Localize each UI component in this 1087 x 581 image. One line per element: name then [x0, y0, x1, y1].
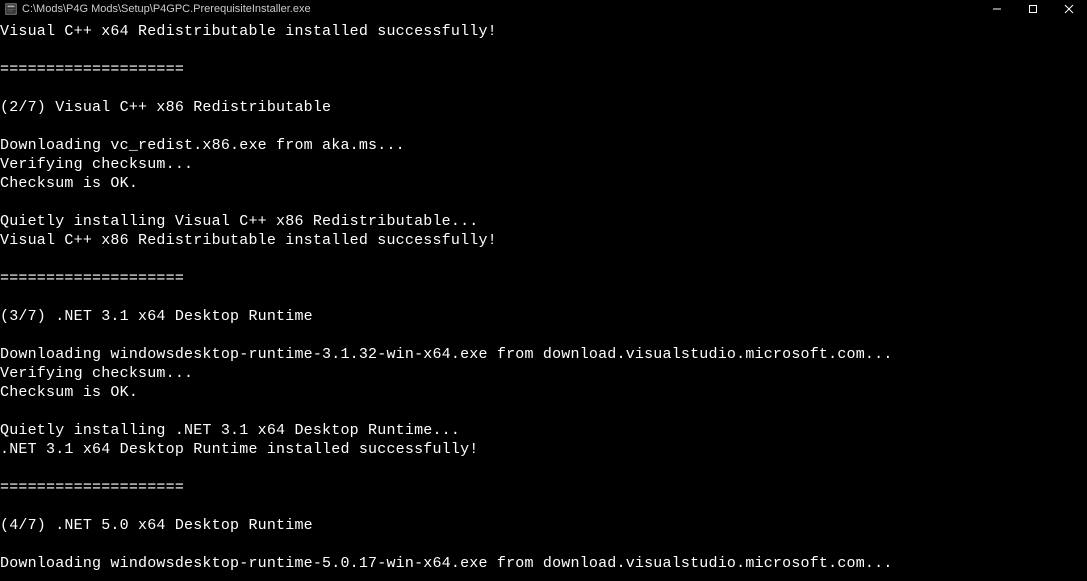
- console-line: Quietly installing .NET 3.1 x64 Desktop …: [0, 421, 1087, 440]
- console-line: [0, 288, 1087, 307]
- maximize-button[interactable]: [1015, 0, 1051, 18]
- app-icon: [4, 2, 18, 16]
- console-line: Downloading windowsdesktop-runtime-3.1.3…: [0, 345, 1087, 364]
- console-line: [0, 117, 1087, 136]
- window-controls: [979, 0, 1087, 18]
- minimize-button[interactable]: [979, 0, 1015, 18]
- console-line: (2/7) Visual C++ x86 Redistributable: [0, 98, 1087, 117]
- console-line: .NET 3.1 x64 Desktop Runtime installed s…: [0, 440, 1087, 459]
- console-output: Visual C++ x64 Redistributable installed…: [0, 18, 1087, 581]
- console-line: Checksum is OK.: [0, 174, 1087, 193]
- console-line: ====================: [0, 60, 1087, 79]
- console-line: Visual C++ x86 Redistributable installed…: [0, 231, 1087, 250]
- console-line: [0, 193, 1087, 212]
- console-line: (4/7) .NET 5.0 x64 Desktop Runtime: [0, 516, 1087, 535]
- console-line: [0, 326, 1087, 345]
- console-line: Downloading vc_redist.x86.exe from aka.m…: [0, 136, 1087, 155]
- console-line: Checksum is OK.: [0, 383, 1087, 402]
- window-title: C:\Mods\P4G Mods\Setup\P4GPC.Prerequisit…: [22, 3, 311, 15]
- console-line: Downloading windowsdesktop-runtime-5.0.1…: [0, 554, 1087, 573]
- console-line: (3/7) .NET 3.1 x64 Desktop Runtime: [0, 307, 1087, 326]
- console-line: [0, 402, 1087, 421]
- window-titlebar: C:\Mods\P4G Mods\Setup\P4GPC.Prerequisit…: [0, 0, 1087, 18]
- console-line: [0, 79, 1087, 98]
- console-line: ====================: [0, 269, 1087, 288]
- console-line: Verifying checksum...: [0, 364, 1087, 383]
- console-line: Quietly installing Visual C++ x86 Redist…: [0, 212, 1087, 231]
- console-line: [0, 497, 1087, 516]
- console-line: [0, 459, 1087, 478]
- console-line: Visual C++ x64 Redistributable installed…: [0, 22, 1087, 41]
- console-line: [0, 41, 1087, 60]
- console-line: ====================: [0, 478, 1087, 497]
- console-line: Verifying checksum...: [0, 155, 1087, 174]
- titlebar-left: C:\Mods\P4G Mods\Setup\P4GPC.Prerequisit…: [4, 2, 311, 16]
- console-line: [0, 250, 1087, 269]
- console-line: [0, 535, 1087, 554]
- close-button[interactable]: [1051, 0, 1087, 18]
